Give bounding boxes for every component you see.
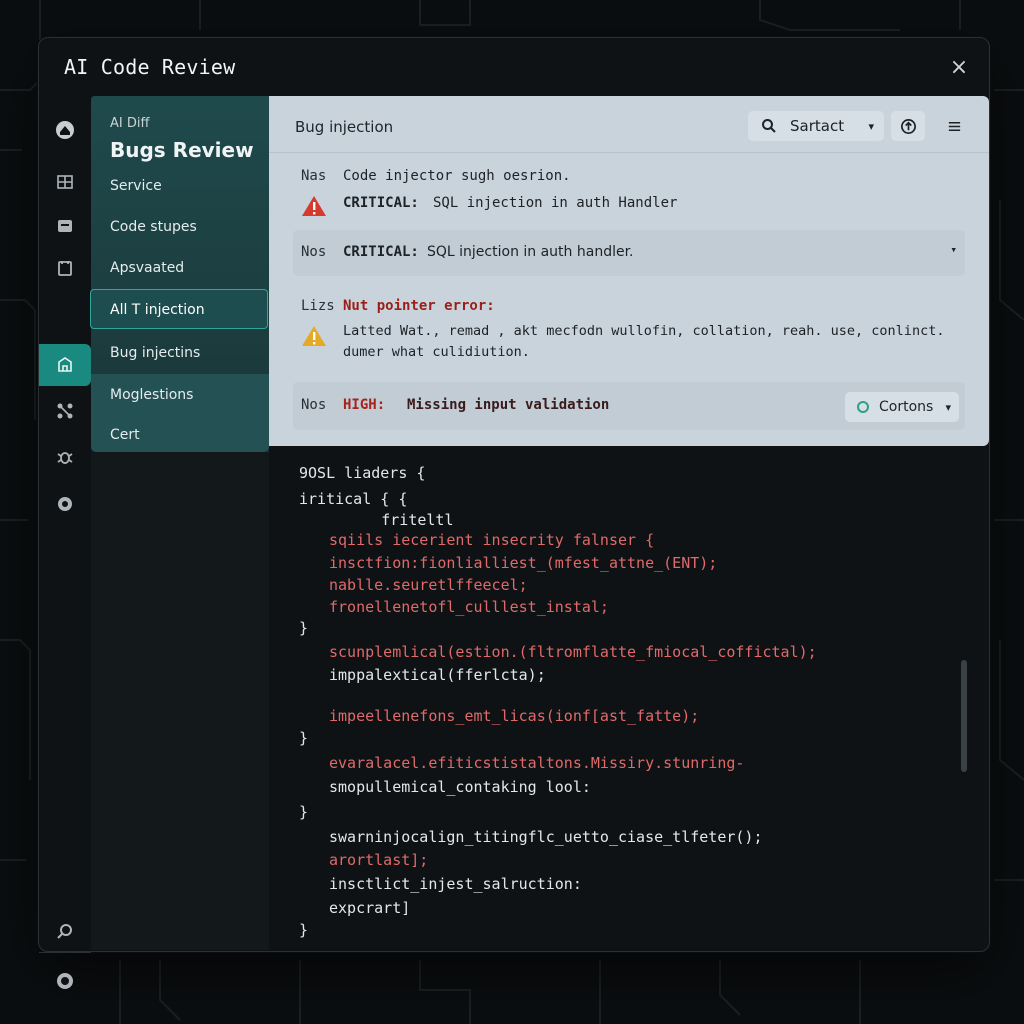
search-value: Sartact	[790, 117, 845, 135]
icon-rail	[39, 94, 91, 989]
filter-button[interactable]	[891, 111, 925, 141]
search-icon	[762, 119, 776, 133]
code-line: friteltl	[309, 511, 454, 529]
close-button[interactable]: ×	[949, 57, 969, 79]
finding-tag: Lizs	[301, 298, 335, 314]
finding-severity: Nut pointer error:	[343, 298, 495, 314]
status-select[interactable]: Cortons ▾	[845, 392, 959, 422]
sidebar-item-code-stupes[interactable]: Code stupes	[91, 207, 269, 247]
building-icon[interactable]	[53, 353, 77, 377]
finding-tag: Nas	[301, 168, 327, 184]
clipboard-icon[interactable]	[53, 256, 77, 280]
finding-row[interactable]: Nos HIGH: Missing input validation Corto…	[293, 382, 965, 430]
code-line: smopullemical_contaking lool:	[329, 778, 591, 796]
finding-row[interactable]: Nos CRITICAL: SQL injection in auth hand…	[293, 230, 965, 276]
code-line: fronellenetofl_culllest_instal;	[329, 598, 609, 616]
chevron-down-icon: ▾	[945, 400, 951, 414]
code-line: insctfion:fionlialliest_(mfest_attne_(EN…	[329, 554, 718, 572]
sidebar-item-service[interactable]: Service	[91, 166, 269, 206]
status-dot-icon	[857, 401, 869, 413]
code-line: }	[299, 803, 309, 821]
code-line: }	[299, 729, 309, 747]
finding-tag: Nos	[301, 397, 327, 413]
finding-tag: Nos	[301, 244, 327, 260]
finding-description: Latted Wat., remad , akt mecfodn wullofi…	[343, 323, 945, 339]
finding-row[interactable]: Nas Code injector sugh oesrion. CRITICAL…	[293, 168, 965, 228]
code-view[interactable]: 9OSL liaders { iritical { { friteltl sqi…	[269, 456, 969, 946]
finding-severity: CRITICAL:	[343, 195, 419, 211]
menu-button[interactable]	[937, 111, 971, 141]
code-line: nablle.seuretlffeecel;	[329, 576, 528, 594]
chevron-down-icon[interactable]: ▾	[950, 243, 957, 256]
code-line: insctlict_injest_salruction:	[329, 875, 582, 893]
finding-row[interactable]: Lizs Nut pointer error: Latted Wat., rem…	[293, 292, 965, 362]
nodes-icon[interactable]	[53, 399, 77, 423]
code-line: imppalextical(fferlcta);	[329, 666, 546, 684]
sidebar-item-cert[interactable]: Cert	[91, 415, 269, 455]
code-line: }	[299, 921, 309, 939]
finding-text: Missing input validation	[407, 397, 610, 413]
shield-icon[interactable]	[53, 969, 77, 993]
layers-icon[interactable]	[53, 170, 77, 194]
finding-text: Code injector sugh oesrion.	[343, 168, 571, 184]
critical-warning-icon	[302, 196, 326, 216]
chevron-down-icon: ▾	[868, 119, 874, 133]
sidebar-item-bug-injectins[interactable]: Bug injectins	[91, 333, 269, 373]
code-line: expcrart]	[329, 899, 411, 917]
code-line: }	[299, 619, 309, 637]
menu-icon	[948, 121, 960, 131]
code-line: iritical { {	[299, 490, 408, 508]
code-line: sqiils iecerient insecrity falnser {	[329, 531, 655, 549]
sidebar-title: Bugs Review	[110, 138, 254, 162]
bug-icon[interactable]	[53, 445, 77, 469]
code-line: scunplemlical(estion.(fltromflatte_fmioc…	[329, 643, 817, 661]
code-line: swarninjocalign_titingflc_uetto_ciase_tl…	[329, 828, 763, 846]
panel-title: Bug injection	[295, 118, 394, 136]
code-line: impeellenefons_emt_licas(ionf[ast_fatte)…	[329, 707, 700, 725]
finding-detail: SQL injection in auth Handler	[433, 195, 678, 211]
search-input[interactable]: Sartact ▾	[748, 111, 884, 141]
home-icon[interactable]	[53, 118, 77, 142]
sidebar-item-moglestions[interactable]: Moglestions	[91, 375, 269, 415]
panel-header: Bug injection Sartact ▾	[269, 96, 989, 153]
warning-icon	[302, 326, 326, 346]
code-scrollbar[interactable]	[961, 660, 967, 772]
finding-text: SQL injection in auth handler.	[427, 244, 634, 260]
finding-severity: CRITICAL:	[343, 244, 419, 260]
finding-description: dumer what culidiution.	[343, 344, 530, 360]
code-line: 9OSL liaders {	[299, 464, 426, 482]
app-window: AI Code Review × AI Diff Bugs Review Ser…	[38, 37, 990, 989]
findings-panel: Bug injection Sartact ▾ Nas Code injecto…	[269, 96, 989, 446]
rail-divider	[39, 952, 91, 953]
search-bug-icon[interactable]	[53, 919, 77, 943]
finding-severity: HIGH:	[343, 397, 386, 413]
sidebar: AI Diff Bugs Review Service Code stupes …	[90, 96, 269, 950]
code-line: arortlast];	[329, 851, 429, 869]
gear-icon[interactable]	[53, 492, 77, 516]
window-title: AI Code Review	[64, 55, 236, 79]
status-value: Cortons	[879, 399, 934, 415]
code-line: evaralacel.efiticstistaltons.Missiry.stu…	[329, 754, 745, 772]
adjust-icon	[900, 118, 916, 134]
sidebar-item-apsvaated[interactable]: Apsvaated	[91, 248, 269, 288]
inbox-icon[interactable]	[53, 214, 77, 238]
sidebar-subtitle: AI Diff	[110, 116, 150, 131]
sidebar-item-all-t-injection[interactable]: All T injection	[90, 289, 268, 329]
